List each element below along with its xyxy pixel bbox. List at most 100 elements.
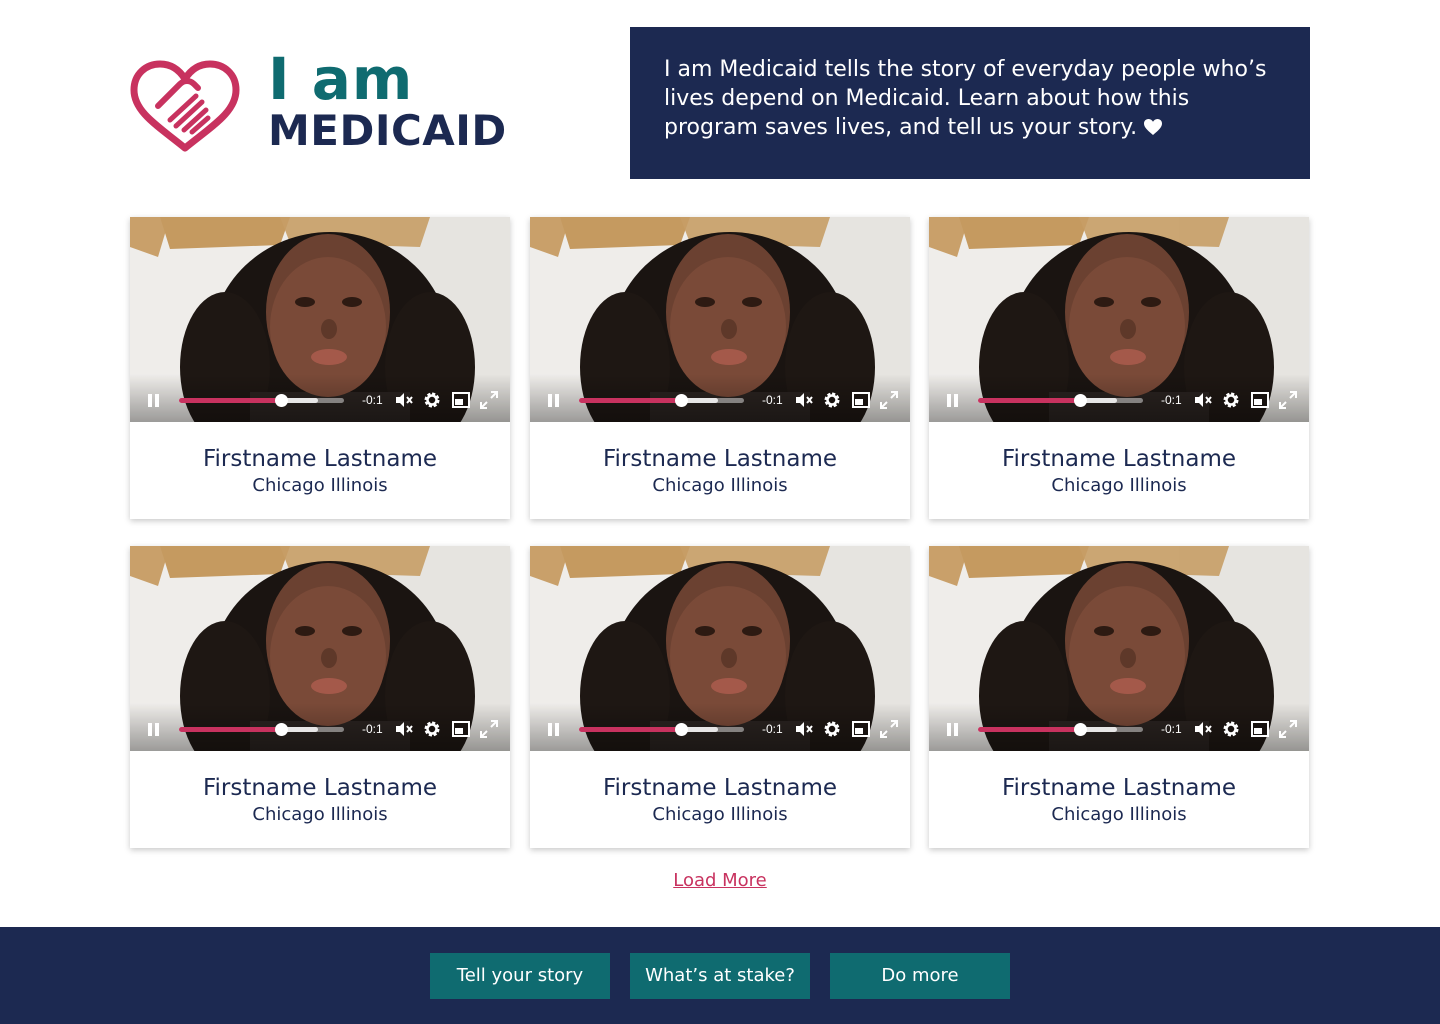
load-more-container: Load More [0,870,1440,891]
played-bar [179,727,282,732]
seek-bar[interactable] [579,723,744,736]
heart-icon [1144,119,1163,135]
story-name: Firstname Lastname [1001,446,1237,472]
story-name: Firstname Lastname [1001,775,1237,801]
logo-text-medicaid: MEDICAID [268,106,507,155]
fullscreen-icon[interactable] [1278,390,1298,410]
story-card-info: Firstname Lastname Chicago Illinois [929,422,1309,498]
mute-icon[interactable] [1193,390,1213,410]
settings-icon[interactable] [422,719,442,739]
story-card-info: Firstname Lastname Chicago Illinois [130,751,510,827]
seek-handle[interactable] [275,394,289,407]
story-location: Chicago Illinois [1051,475,1187,496]
intro-text-body: I am Medicaid tells the story of everyda… [664,57,1267,140]
story-card[interactable]: -0:1 Firstname Lastname Chicago Illinois [929,217,1309,519]
story-name: Firstname Lastname [202,775,438,801]
site-logo[interactable]: I am MEDICAID [128,45,528,162]
pip-icon[interactable] [1250,390,1270,410]
story-location: Chicago Illinois [652,475,788,496]
settings-icon[interactable] [822,719,842,739]
intro-text: I am Medicaid tells the story of everyda… [664,55,1276,142]
fullscreen-icon[interactable] [479,719,499,739]
pause-icon[interactable] [148,394,160,407]
story-location: Chicago Illinois [252,804,388,825]
video-player[interactable]: -0:1 [530,546,910,751]
seek-handle[interactable] [675,723,689,736]
video-player[interactable]: -0:1 [130,217,510,422]
heart-hand-logo-icon [130,60,240,152]
video-controls-bar: -0:1 [929,374,1309,422]
seek-bar[interactable] [179,394,344,407]
played-bar [579,398,682,403]
seek-handle[interactable] [675,394,689,407]
footer-nav: Tell your story What’s at stake? Do more [0,927,1440,1024]
pause-icon[interactable] [947,723,959,736]
story-card[interactable]: -0:1 Firstname Lastname Chicago Illinois [130,546,510,848]
time-remaining: -0:1 [762,722,783,736]
do-more-button[interactable]: Do more [830,953,1010,999]
time-remaining: -0:1 [762,393,783,407]
video-player[interactable]: -0:1 [530,217,910,422]
story-card[interactable]: -0:1 Firstname Lastname Chicago Illinois [929,546,1309,848]
intro-panel: I am Medicaid tells the story of everyda… [630,27,1310,179]
logo-text-i-am: I am [268,45,414,113]
story-name: Firstname Lastname [202,446,438,472]
video-controls-bar: -0:1 [130,703,510,751]
pip-icon[interactable] [451,390,471,410]
settings-icon[interactable] [1221,719,1241,739]
video-controls-bar: -0:1 [130,374,510,422]
seek-bar[interactable] [978,723,1143,736]
story-card-info: Firstname Lastname Chicago Illinois [130,422,510,498]
pause-icon[interactable] [947,394,959,407]
pip-icon[interactable] [851,390,871,410]
fullscreen-icon[interactable] [879,390,899,410]
story-card[interactable]: -0:1 Firstname Lastname Chicago Illinois [530,546,910,848]
fullscreen-icon[interactable] [879,719,899,739]
video-controls-bar: -0:1 [929,703,1309,751]
time-remaining: -0:1 [362,393,383,407]
pause-icon[interactable] [148,723,160,736]
video-player[interactable]: -0:1 [929,546,1309,751]
story-card-info: Firstname Lastname Chicago Illinois [929,751,1309,827]
mute-icon[interactable] [394,719,414,739]
settings-icon[interactable] [1221,390,1241,410]
whats-at-stake-button[interactable]: What’s at stake? [630,953,810,999]
played-bar [579,727,682,732]
seek-bar[interactable] [579,394,744,407]
video-player[interactable]: -0:1 [130,546,510,751]
story-grid: -0:1 Firstname Lastname Chicago Illinois… [130,217,1310,849]
pip-icon[interactable] [851,719,871,739]
pip-icon[interactable] [451,719,471,739]
seek-bar[interactable] [978,394,1143,407]
played-bar [978,398,1081,403]
story-name: Firstname Lastname [602,446,838,472]
mute-icon[interactable] [1193,719,1213,739]
video-controls-bar: -0:1 [530,703,910,751]
seek-bar[interactable] [179,723,344,736]
story-location: Chicago Illinois [252,475,388,496]
seek-handle[interactable] [275,723,289,736]
mute-icon[interactable] [394,390,414,410]
time-remaining: -0:1 [1161,393,1182,407]
settings-icon[interactable] [422,390,442,410]
seek-handle[interactable] [1074,394,1088,407]
pause-icon[interactable] [548,723,560,736]
story-card[interactable]: -0:1 Firstname Lastname Chicago Illinois [530,217,910,519]
played-bar [978,727,1081,732]
video-player[interactable]: -0:1 [929,217,1309,422]
story-card[interactable]: -0:1 Firstname Lastname Chicago Illinois [130,217,510,519]
story-card-info: Firstname Lastname Chicago Illinois [530,751,910,827]
mute-icon[interactable] [794,719,814,739]
load-more-link[interactable]: Load More [673,870,767,891]
tell-your-story-button[interactable]: Tell your story [430,953,610,999]
seek-handle[interactable] [1074,723,1088,736]
settings-icon[interactable] [822,390,842,410]
time-remaining: -0:1 [362,722,383,736]
time-remaining: -0:1 [1161,722,1182,736]
pip-icon[interactable] [1250,719,1270,739]
fullscreen-icon[interactable] [479,390,499,410]
pause-icon[interactable] [548,394,560,407]
mute-icon[interactable] [794,390,814,410]
fullscreen-icon[interactable] [1278,719,1298,739]
story-name: Firstname Lastname [602,775,838,801]
